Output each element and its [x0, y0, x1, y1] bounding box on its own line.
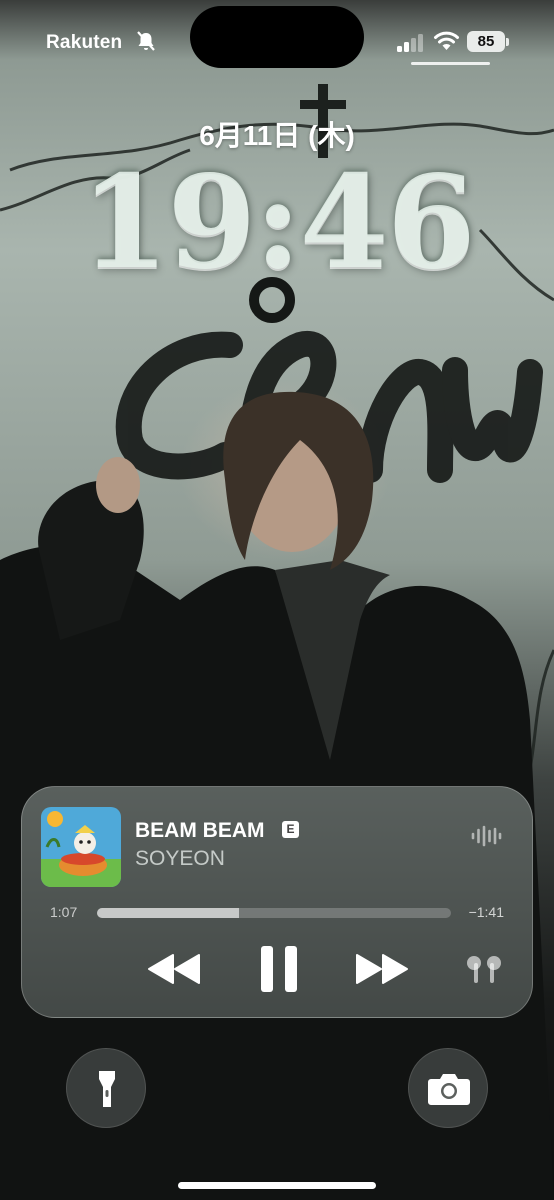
album-artwork-image: [41, 807, 121, 887]
flashlight-icon: [99, 1071, 115, 1107]
track-artist[interactable]: SOYEON: [135, 847, 225, 871]
flashlight-button[interactable]: [66, 1048, 146, 1128]
battery-indicator: 85: [467, 31, 505, 52]
progress-scrubber[interactable]: [97, 908, 451, 918]
status-bar: Rakuten 85: [0, 0, 554, 68]
pause-icon[interactable]: [259, 945, 299, 993]
explicit-badge: E: [282, 821, 299, 838]
battery-level: 85: [477, 33, 495, 50]
wifi-icon: [434, 31, 459, 50]
now-playing-widget[interactable]: BEAM BEAM E SOYEON 1:07 −1:41: [21, 786, 533, 1018]
lock-time: 19:46: [80, 148, 476, 298]
waveform-icon: [471, 825, 502, 847]
home-indicator[interactable]: [178, 1182, 376, 1189]
track-title[interactable]: BEAM BEAM: [135, 819, 265, 843]
carrier-label: Rakuten: [46, 32, 123, 53]
cellular-signal-icon: [397, 34, 423, 52]
camera-button[interactable]: [408, 1048, 488, 1128]
album-artwork[interactable]: [41, 807, 121, 887]
bell-slash-icon: [137, 31, 155, 51]
airpods-icon[interactable]: [462, 955, 506, 985]
camera-icon: [428, 1074, 470, 1105]
dynamic-island: [190, 6, 364, 68]
progress-fill: [97, 908, 239, 918]
battery-cap: [506, 38, 509, 46]
remaining-time: −1:41: [468, 904, 504, 920]
control-center-hint[interactable]: [411, 62, 490, 65]
elapsed-time: 1:07: [50, 904, 78, 920]
backward-icon[interactable]: [147, 953, 201, 985]
forward-icon[interactable]: [355, 953, 409, 985]
